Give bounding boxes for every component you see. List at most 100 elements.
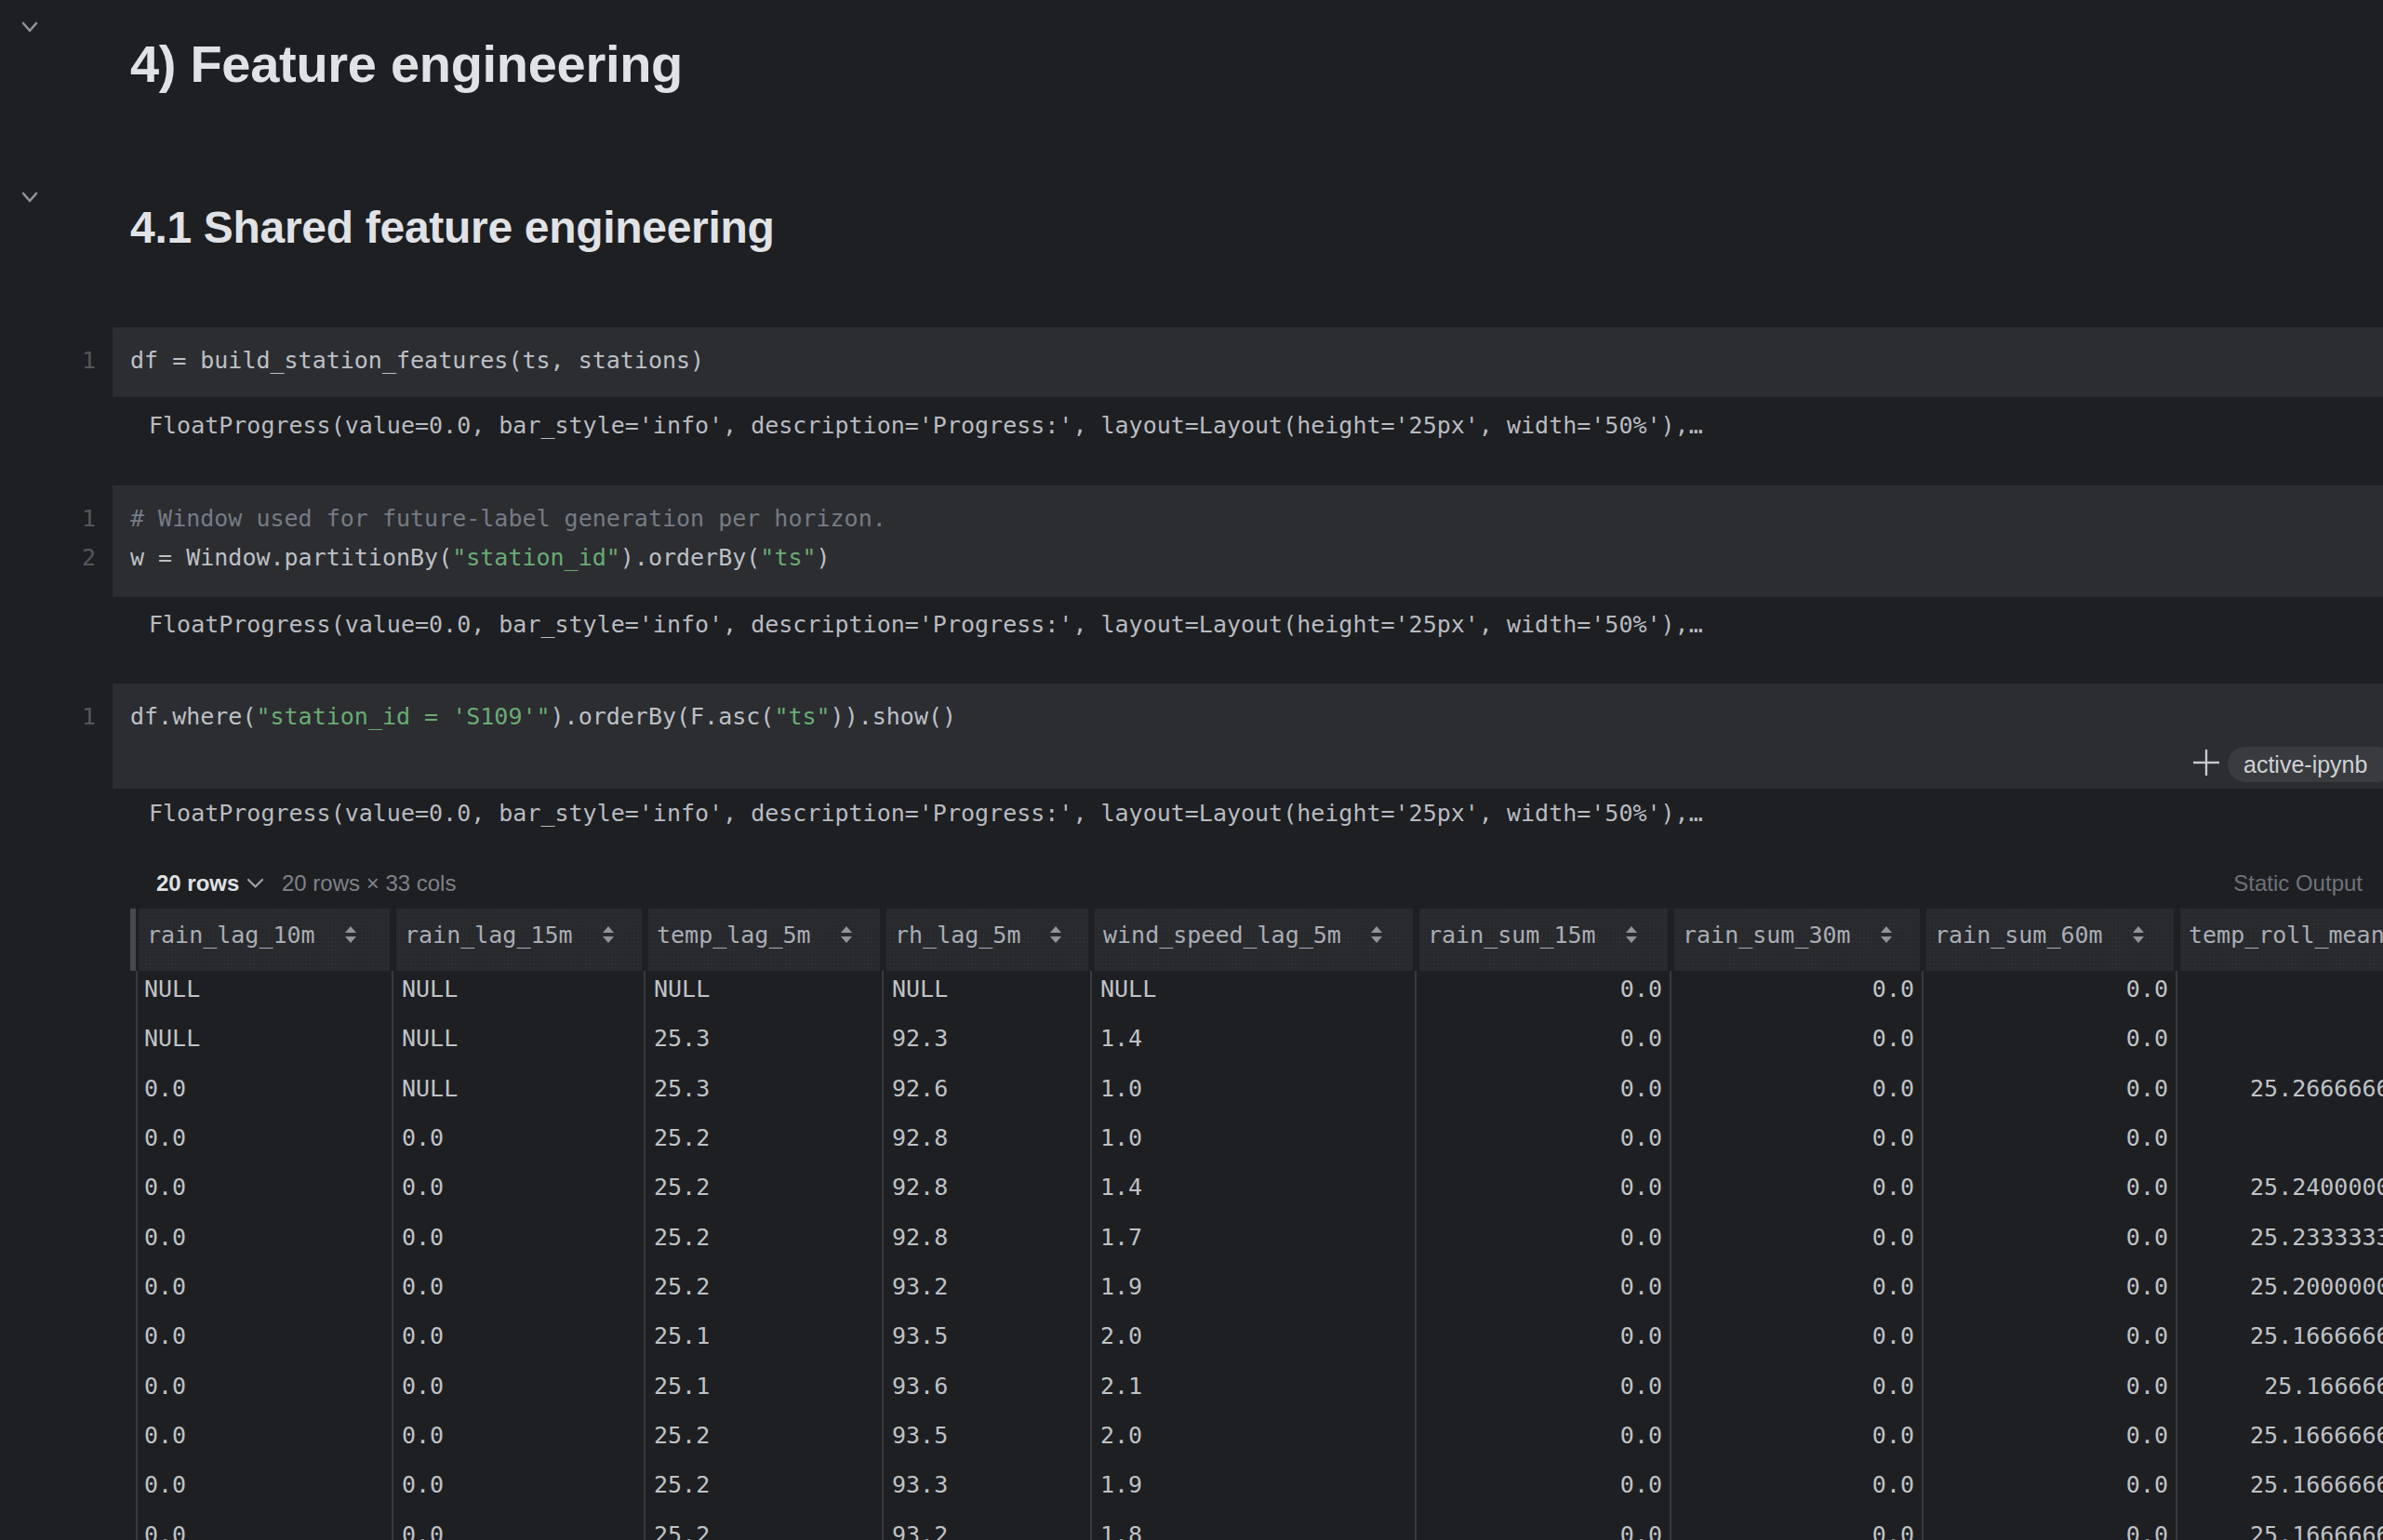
table-cell[interactable]: 0.0 xyxy=(1417,1120,1671,1169)
table-cell[interactable]: 1.0 xyxy=(1092,1070,1417,1120)
table-cell[interactable]: 0.0 xyxy=(1671,1070,1924,1120)
column-header-rain_lag_15m[interactable]: rain_lag_15m xyxy=(393,909,646,971)
table-cell[interactable]: 25.166666666666668 xyxy=(2177,1467,2383,1516)
table-cell[interactable]: 1.9 xyxy=(1092,1268,1417,1318)
table-cell[interactable]: 1.4 xyxy=(1092,1020,1417,1069)
table-row[interactable]: 0.00.025.193.62.10.00.00.025.16666666666… xyxy=(136,1368,2383,1417)
table-cell[interactable]: 92.6 xyxy=(884,1070,1092,1120)
table-cell[interactable]: NULL xyxy=(393,971,646,1020)
table-cell[interactable]: 93.2 xyxy=(884,1268,1092,1318)
table-cell[interactable]: 0.0 xyxy=(1671,1020,1924,1069)
column-header-wind_speed_lag_5m[interactable]: wind_speed_lag_5m xyxy=(1092,909,1417,971)
table-cell[interactable]: 25.2 xyxy=(646,1120,884,1169)
table-cell[interactable]: 92.3 xyxy=(884,1020,1092,1069)
table-cell[interactable]: 25.2 xyxy=(646,1467,884,1516)
table-cell[interactable]: 0.0 xyxy=(1924,1318,2177,1367)
table-cell[interactable]: 1.0 xyxy=(1092,1120,1417,1169)
table-cell[interactable]: 1.9 xyxy=(1092,1467,1417,1516)
table-cell[interactable]: 92.8 xyxy=(884,1169,1092,1218)
table-cell[interactable]: 0.0 xyxy=(393,1120,646,1169)
table-cell[interactable]: 0.0 xyxy=(1671,1219,1924,1268)
table-cell[interactable]: 0.0 xyxy=(136,1268,393,1318)
sort-icon[interactable] xyxy=(841,926,852,943)
table-cell[interactable]: NULL xyxy=(646,971,884,1020)
table-cell[interactable]: 0.0 xyxy=(1417,1169,1671,1218)
table-cell[interactable]: 0.0 xyxy=(393,1169,646,1218)
table-cell[interactable]: 0.0 xyxy=(1924,1169,2177,1218)
table-cell[interactable]: 0.0 xyxy=(1417,1467,1671,1516)
table-cell[interactable]: 0.0 xyxy=(136,1368,393,1417)
collapse-section-1-icon[interactable] xyxy=(21,20,38,33)
table-cell[interactable]: 25.266666666666666 xyxy=(2177,1070,2383,1120)
sort-icon[interactable] xyxy=(603,926,614,943)
table-row[interactable]: NULLNULL25.392.31.40.00.00.0 xyxy=(136,1020,2383,1069)
table-cell[interactable]: 0.0 xyxy=(1417,1318,1671,1367)
code-cell-2[interactable] xyxy=(113,485,2383,597)
table-row[interactable]: 0.00.025.292.81.70.00.00.025.23333333333… xyxy=(136,1219,2383,1268)
table-cell[interactable]: 0.0 xyxy=(1417,1268,1671,1318)
table-cell[interactable]: 0.0 xyxy=(1671,1120,1924,1169)
table-row[interactable]: 0.00.025.293.52.00.00.00.025.16666666666… xyxy=(136,1417,2383,1467)
table-cell[interactable]: 25.166666666666668 xyxy=(2177,1417,2383,1467)
table-cell[interactable]: 25.1 xyxy=(646,1368,884,1417)
table-cell[interactable]: 2.0 xyxy=(1092,1318,1417,1367)
table-cell[interactable]: 0.0 xyxy=(1671,1417,1924,1467)
table-cell[interactable]: 0.0 xyxy=(1924,1268,2177,1318)
table-cell[interactable]: 0.0 xyxy=(1417,1219,1671,1268)
table-cell[interactable]: 0.0 xyxy=(1924,1417,2177,1467)
table-cell[interactable]: 0.0 xyxy=(136,1070,393,1120)
column-header-rain_sum_30m[interactable]: rain_sum_30m xyxy=(1671,909,1924,971)
table-cell[interactable]: 0.0 xyxy=(393,1219,646,1268)
table-cell[interactable]: 0.0 xyxy=(1417,1020,1671,1069)
table-cell[interactable]: NULL xyxy=(136,1020,393,1069)
table-cell[interactable]: 93.6 xyxy=(884,1368,1092,1417)
table-cell[interactable]: 0.0 xyxy=(393,1467,646,1516)
table-cell[interactable]: 0.0 xyxy=(136,1169,393,1218)
table-cell[interactable]: 0.0 xyxy=(1671,1517,1924,1540)
table-cell[interactable]: 0.0 xyxy=(1924,1120,2177,1169)
table-cell[interactable]: 0.0 xyxy=(136,1417,393,1467)
column-header-temp_roll_mean_15m[interactable]: temp_roll_mean_15m xyxy=(2177,909,2383,971)
table-cell[interactable]: 25.166666666666668 xyxy=(2177,1517,2383,1540)
table-cell[interactable]: 93.3 xyxy=(884,1467,1092,1516)
table-cell[interactable]: 0.0 xyxy=(1417,1517,1671,1540)
table-cell[interactable]: 0.0 xyxy=(1417,1070,1671,1120)
table-row[interactable]: 0.00.025.292.81.40.00.00.025.24000000000… xyxy=(136,1169,2383,1218)
table-cell[interactable]: 25.2 xyxy=(646,1169,884,1218)
sort-icon[interactable] xyxy=(1050,926,1061,943)
add-tag-icon[interactable] xyxy=(2193,750,2219,776)
table-cell[interactable]: 2.1 xyxy=(1092,1368,1417,1417)
table-cell[interactable]: 0.0 xyxy=(136,1467,393,1516)
table-cell[interactable]: 1.8 xyxy=(1092,1517,1417,1540)
table-cell[interactable]: 0.0 xyxy=(1671,1368,1924,1417)
table-cell[interactable]: 25.2 xyxy=(646,1417,884,1467)
table-cell[interactable]: 0.0 xyxy=(393,1517,646,1540)
table-cell[interactable]: 1.4 xyxy=(1092,1169,1417,1218)
column-header-rain_sum_60m[interactable]: rain_sum_60m xyxy=(1924,909,2177,971)
table-cell[interactable]: 0.0 xyxy=(1924,971,2177,1020)
table-cell[interactable]: 25.16666666666667 xyxy=(2177,1368,2383,1417)
table-row[interactable]: NULLNULLNULLNULLNULL0.00.00.0 xyxy=(136,971,2383,1020)
column-header-rain_lag_10m[interactable]: rain_lag_10m xyxy=(136,909,393,971)
table-cell[interactable]: 25.2 xyxy=(646,1219,884,1268)
table-cell[interactable]: 0.0 xyxy=(393,1268,646,1318)
sort-icon[interactable] xyxy=(1626,926,1637,943)
table-row[interactable]: 0.00.025.293.31.90.00.00.025.16666666666… xyxy=(136,1467,2383,1516)
table-cell[interactable]: 25.240000000000002 xyxy=(2177,1169,2383,1218)
table-cell[interactable]: 0.0 xyxy=(393,1368,646,1417)
table-cell[interactable]: 25.200000000000003 xyxy=(2177,1268,2383,1318)
table-cell[interactable]: 0.0 xyxy=(393,1318,646,1367)
table-row[interactable]: 0.00.025.193.52.00.00.00.025.16666666666… xyxy=(136,1318,2383,1367)
table-cell[interactable]: 0.0 xyxy=(1671,1169,1924,1218)
table-cell[interactable]: 25.2 xyxy=(646,1268,884,1318)
table-row[interactable]: 0.00.025.293.21.80.00.00.025.16666666666… xyxy=(136,1517,2383,1540)
table-cell[interactable]: 0.0 xyxy=(1417,1368,1671,1417)
table-cell[interactable]: 0.0 xyxy=(1924,1467,2177,1516)
table-cell[interactable] xyxy=(2177,1120,2383,1169)
code-line[interactable]: w = Window.partitionBy("station_id").ord… xyxy=(130,544,831,572)
code-line[interactable]: df.where("station_id = 'S109'").orderBy(… xyxy=(130,703,956,731)
rows-count-dropdown[interactable]: 20 rows xyxy=(156,870,239,896)
table-cell[interactable]: 1.7 xyxy=(1092,1219,1417,1268)
table-cell[interactable]: 0.0 xyxy=(393,1417,646,1467)
table-cell[interactable]: 0.0 xyxy=(1671,1318,1924,1367)
